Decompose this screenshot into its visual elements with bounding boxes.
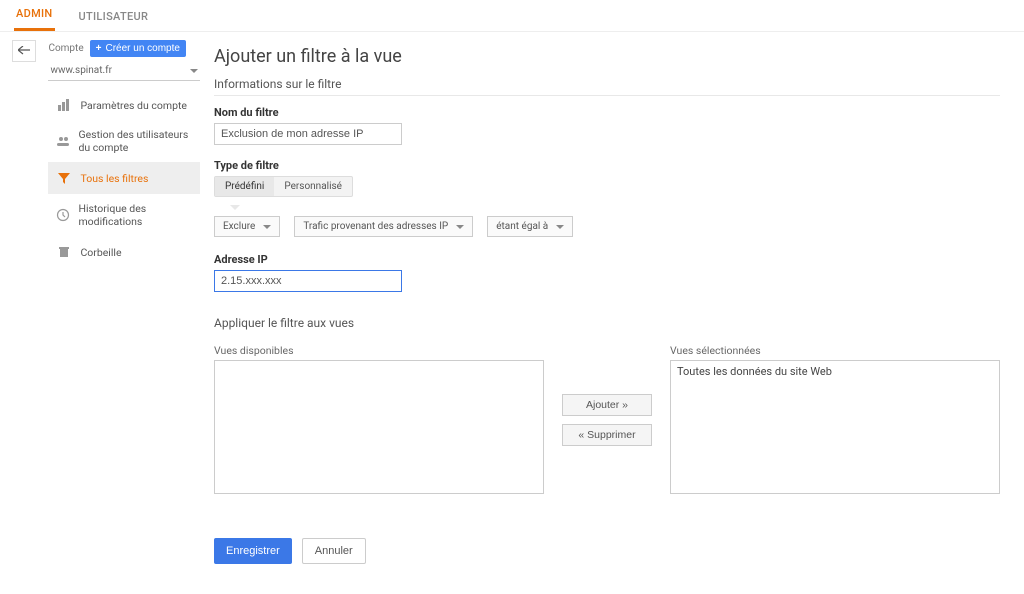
sidebar-item-change-history[interactable]: Historique des modifications xyxy=(48,194,200,236)
ip-input[interactable] xyxy=(214,270,402,292)
selected-views-label: Vues sélectionnées xyxy=(670,344,1000,357)
account-selected-value: www.spinat.fr xyxy=(50,65,112,76)
create-account-button[interactable]: + Créer un compte xyxy=(90,40,186,57)
account-label: Compte xyxy=(48,43,83,54)
dropdown-traffic[interactable]: Trafic provenant des adresses IP xyxy=(294,216,473,237)
sidebar-item-label: Paramètres du compte xyxy=(80,99,187,112)
sidebar-item-all-filters[interactable]: Tous les filtres xyxy=(48,162,200,194)
sidebar-item-label: Gestion des utilisateurs du compte xyxy=(78,129,192,154)
filter-name-input[interactable] xyxy=(214,123,402,145)
filter-type-label: Type de filtre xyxy=(214,159,1000,172)
sidebar: Compte + Créer un compte www.spinat.fr P… xyxy=(36,32,200,594)
sidebar-item-label: Tous les filtres xyxy=(80,172,148,185)
dropdown-action[interactable]: Exclure xyxy=(214,216,280,237)
back-button[interactable] xyxy=(12,40,36,62)
save-button[interactable]: Enregistrer xyxy=(214,538,292,564)
account-select[interactable]: www.spinat.fr xyxy=(48,61,200,81)
history-icon xyxy=(56,207,70,223)
dropdown-operator[interactable]: étant égal à xyxy=(487,216,573,237)
caret-down-icon xyxy=(456,225,464,229)
caret-down-icon xyxy=(556,225,564,229)
sidebar-item-user-management[interactable]: Gestion des utilisateurs du compte xyxy=(48,121,200,162)
sidebar-item-trash[interactable]: Corbeille xyxy=(48,236,200,268)
tab-user[interactable]: UTILISATEUR xyxy=(77,2,151,31)
filter-icon xyxy=(56,170,72,186)
create-account-label: Créer un compte xyxy=(105,43,179,54)
sidebar-item-account-settings[interactable]: Paramètres du compte xyxy=(48,89,200,121)
info-header: Informations sur le filtre xyxy=(214,77,1000,96)
settings-bars-icon xyxy=(56,97,72,113)
back-arrow-icon xyxy=(18,46,30,56)
trash-icon xyxy=(56,244,72,260)
sidebar-item-label: Corbeille xyxy=(80,246,121,259)
caret-down-icon xyxy=(263,225,271,229)
plus-icon: + xyxy=(96,43,102,54)
tab-admin[interactable]: ADMIN xyxy=(14,0,55,31)
dropdown-action-value: Exclure xyxy=(223,221,255,232)
dropdown-operator-value: étant égal à xyxy=(496,221,548,232)
segmented-pointer-icon xyxy=(230,205,240,210)
cancel-button[interactable]: Annuler xyxy=(302,538,366,564)
caret-down-icon xyxy=(190,69,198,73)
main-content: Ajouter un filtre à la vue Informations … xyxy=(200,32,1024,594)
available-views-label: Vues disponibles xyxy=(214,344,544,357)
selected-view-item[interactable]: Toutes les données du site Web xyxy=(677,365,993,378)
sidebar-item-label: Historique des modifications xyxy=(78,202,192,228)
add-view-button[interactable]: Ajouter » xyxy=(562,394,652,416)
available-views-listbox[interactable] xyxy=(214,360,544,494)
page-title: Ajouter un filtre à la vue xyxy=(214,46,1000,67)
filter-type-segmented: Prédéfini Personnalisé xyxy=(214,176,353,197)
filter-type-predefined[interactable]: Prédéfini xyxy=(215,177,274,196)
apply-header: Appliquer le filtre aux vues xyxy=(214,316,1000,334)
dropdown-traffic-value: Trafic provenant des adresses IP xyxy=(303,221,448,232)
remove-view-button[interactable]: « Supprimer xyxy=(562,424,652,446)
filter-type-custom[interactable]: Personnalisé xyxy=(274,177,352,196)
selected-views-listbox[interactable]: Toutes les données du site Web xyxy=(670,360,1000,494)
filter-name-label: Nom du filtre xyxy=(214,106,1000,119)
ip-label: Adresse IP xyxy=(214,253,1000,266)
users-icon xyxy=(56,134,70,150)
top-tabs: ADMIN UTILISATEUR xyxy=(0,0,1024,32)
